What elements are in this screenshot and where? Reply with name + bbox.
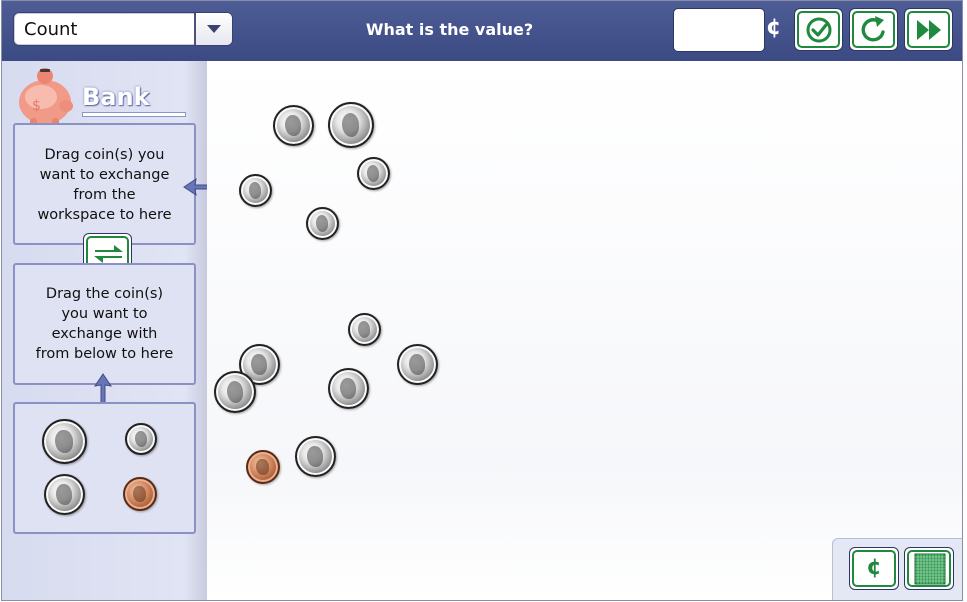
reset-button[interactable] [849, 8, 898, 51]
cent-icon: ¢ [866, 555, 882, 580]
bank-coin-nickel[interactable] [44, 474, 85, 515]
bank-coin-penny[interactable] [123, 477, 157, 511]
workspace-coin-nickel[interactable] [328, 368, 369, 409]
exchange-from-line: workspace to here [37, 207, 172, 223]
workspace-coin-dime[interactable] [357, 157, 390, 190]
bank-coin-quarter[interactable] [42, 419, 87, 464]
top-toolbar: Count What is the value? ¢ [2, 1, 962, 61]
check-circle-icon [806, 17, 832, 43]
cent-sign-label: ¢ [766, 15, 782, 40]
exchange-with-dropzone[interactable]: Drag the coin(s) you want to exchange wi… [13, 263, 196, 385]
coin-workspace[interactable] [207, 61, 962, 600]
exchange-with-line: you want to [61, 306, 148, 322]
mode-dropdown-value: Count [24, 19, 78, 40]
tools-tray: ¢ [832, 538, 962, 600]
chevron-down-icon[interactable] [194, 13, 232, 45]
workspace-coin-dime[interactable] [306, 207, 339, 240]
refresh-icon [861, 16, 885, 42]
check-answer-button[interactable] [794, 8, 843, 51]
cent-value-button[interactable]: ¢ [849, 547, 899, 590]
question-prompt: What is the value? [365, 20, 534, 39]
workspace-coin-penny[interactable] [246, 450, 280, 484]
workspace-coin-quarter[interactable] [328, 102, 374, 148]
bank-title-underline [82, 112, 186, 117]
workspace-coin-nickel[interactable] [295, 436, 336, 477]
exchange-from-text: Drag coin(s) you want to exchange from t… [15, 145, 194, 225]
mode-dropdown[interactable]: Count [13, 12, 233, 46]
workspace-coin-dime[interactable] [348, 313, 381, 346]
exchange-from-dropzone[interactable]: Drag coin(s) you want to exchange from t… [13, 123, 196, 245]
workspace-coin-quarter[interactable] [214, 371, 256, 413]
exchange-from-line: want to exchange [39, 167, 170, 183]
bank-coin-dime[interactable] [125, 423, 157, 455]
exchange-with-line: from below to here [35, 346, 174, 362]
exchange-with-line: exchange with [51, 326, 158, 342]
exchange-from-line: from the [73, 187, 136, 203]
answer-input[interactable] [673, 8, 765, 52]
bank-title: Bank [82, 83, 150, 111]
exchange-with-text: Drag the coin(s) you want to exchange wi… [15, 284, 194, 364]
exchange-from-line: Drag coin(s) you [44, 147, 165, 163]
hundred-grid-button[interactable] [904, 547, 954, 590]
bank-coin-tray [13, 402, 196, 534]
workspace-coin-nickel[interactable] [397, 344, 438, 385]
svg-text:$: $ [32, 98, 41, 114]
workspace-coin-dime[interactable] [239, 174, 272, 207]
exchange-with-line: Drag the coin(s) [45, 286, 164, 302]
next-problem-button[interactable] [904, 8, 953, 51]
workspace-coin-nickel[interactable] [273, 105, 314, 146]
fast-forward-icon [917, 20, 941, 40]
piggy-bank-icon: $ [19, 68, 73, 128]
app-window: Count What is the value? ¢ $ Bank Drag c… [1, 0, 963, 601]
